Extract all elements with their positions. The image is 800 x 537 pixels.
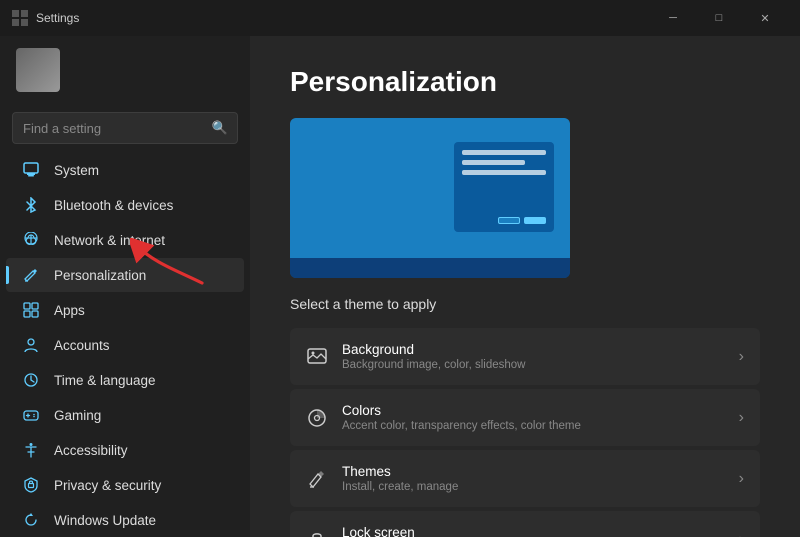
right-panel: Personalization Select a theme to apply: [250, 36, 800, 537]
themes-title: Themes: [342, 464, 725, 479]
themes-text: Themes Install, create, manage: [342, 464, 725, 493]
minimize-button[interactable]: ─: [650, 0, 696, 36]
colors-icon: [306, 407, 328, 429]
page-title: Personalization: [290, 66, 760, 98]
sidebar-item-gaming[interactable]: Gaming: [6, 398, 244, 432]
themes-chevron: ›: [739, 470, 744, 488]
sidebar-label-privacy: Privacy & security: [54, 478, 161, 493]
user-profile: [0, 36, 250, 104]
sidebar-label-bluetooth: Bluetooth & devices: [54, 198, 173, 213]
gaming-icon: [22, 406, 40, 424]
themes-desc: Install, create, manage: [342, 481, 725, 493]
background-chevron: ›: [739, 348, 744, 366]
sidebar-label-gaming: Gaming: [54, 408, 101, 423]
background-title: Background: [342, 342, 725, 357]
sidebar-item-network[interactable]: Network & internet: [6, 223, 244, 257]
sidebar-label-time: Time & language: [54, 373, 156, 388]
nav-list: System Bluetooth & devices: [0, 152, 250, 537]
apps-icon: [22, 301, 40, 319]
colors-text: Colors Accent color, transparency effect…: [342, 403, 725, 432]
sidebar-label-accessibility: Accessibility: [54, 443, 128, 458]
sidebar-item-system[interactable]: System: [6, 153, 244, 187]
time-icon: [22, 371, 40, 389]
titlebar-title: Settings: [36, 11, 650, 25]
settings-window: Settings ─ □ ✕ 🔍: [0, 0, 800, 537]
sidebar: 🔍 System: [0, 36, 250, 537]
system-icon: [22, 161, 40, 179]
colors-desc: Accent color, transparency effects, colo…: [342, 420, 725, 432]
theme-preview-taskbar: [290, 258, 570, 278]
sidebar-item-privacy[interactable]: Privacy & security: [6, 468, 244, 502]
personalization-icon: [22, 266, 40, 284]
sidebar-item-update[interactable]: Windows Update: [6, 503, 244, 537]
lockscreen-chevron: ›: [739, 531, 744, 537]
titlebar-controls: ─ □ ✕: [650, 0, 788, 36]
sidebar-label-apps: Apps: [54, 303, 85, 318]
lockscreen-title: Lock screen: [342, 525, 725, 537]
lockscreen-icon: [306, 529, 328, 537]
main-layout: 🔍 System: [0, 36, 800, 537]
background-text: Background Background image, color, slid…: [342, 342, 725, 371]
sidebar-label-update: Windows Update: [54, 513, 156, 528]
avatar: [16, 48, 60, 92]
settings-item-lockscreen[interactable]: Lock screen Lock screen images, apps, an…: [290, 511, 760, 537]
close-button[interactable]: ✕: [742, 0, 788, 36]
background-desc: Background image, color, slideshow: [342, 359, 725, 371]
background-icon: [306, 346, 328, 368]
preview-button-1: [498, 217, 520, 224]
sidebar-item-accessibility[interactable]: Accessibility: [6, 433, 244, 467]
sidebar-item-personalization[interactable]: Personalization: [6, 258, 244, 292]
privacy-icon: [22, 476, 40, 494]
lockscreen-text: Lock screen Lock screen images, apps, an…: [342, 525, 725, 537]
sidebar-item-accounts[interactable]: Accounts: [6, 328, 244, 362]
colors-title: Colors: [342, 403, 725, 418]
preview-line-2: [462, 160, 525, 165]
themes-icon: [306, 468, 328, 490]
maximize-button[interactable]: □: [696, 0, 742, 36]
sidebar-item-bluetooth[interactable]: Bluetooth & devices: [6, 188, 244, 222]
search-input[interactable]: [12, 112, 238, 144]
network-icon: [22, 231, 40, 249]
app-icon: [12, 10, 28, 26]
colors-chevron: ›: [739, 409, 744, 427]
select-theme-label: Select a theme to apply: [290, 296, 760, 312]
theme-preview-window: [454, 142, 554, 232]
theme-preview: [290, 118, 570, 278]
preview-line-1: [462, 150, 546, 155]
titlebar: Settings ─ □ ✕: [0, 0, 800, 36]
bluetooth-icon: [22, 196, 40, 214]
preview-button-2: [524, 217, 546, 224]
settings-item-background[interactable]: Background Background image, color, slid…: [290, 328, 760, 385]
sidebar-label-personalization: Personalization: [54, 268, 146, 283]
sidebar-label-system: System: [54, 163, 99, 178]
preview-line-3: [462, 170, 546, 175]
accounts-icon: [22, 336, 40, 354]
sidebar-label-network: Network & internet: [54, 233, 165, 248]
accessibility-icon: [22, 441, 40, 459]
settings-item-colors[interactable]: Colors Accent color, transparency effect…: [290, 389, 760, 446]
search-container: 🔍: [0, 104, 250, 152]
sidebar-item-time[interactable]: Time & language: [6, 363, 244, 397]
settings-item-themes[interactable]: Themes Install, create, manage ›: [290, 450, 760, 507]
sidebar-item-apps[interactable]: Apps: [6, 293, 244, 327]
sidebar-label-accounts: Accounts: [54, 338, 110, 353]
settings-list: Background Background image, color, slid…: [290, 328, 760, 537]
update-icon: [22, 511, 40, 529]
